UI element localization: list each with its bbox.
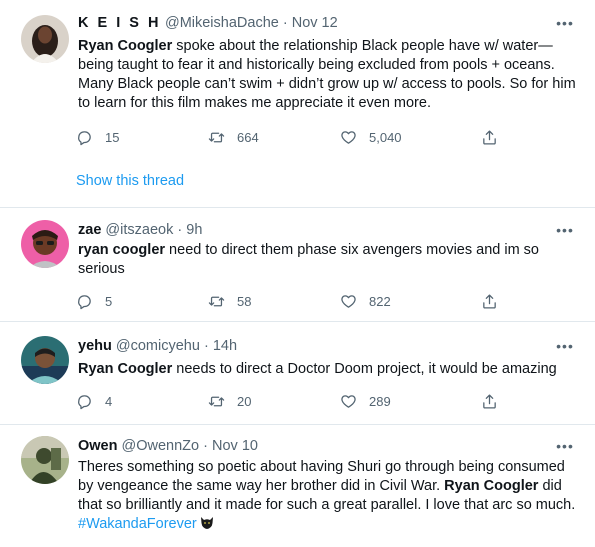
- action-bar: 5 58 822: [76, 291, 506, 311]
- like-button[interactable]: 5,040: [340, 127, 402, 147]
- reply-icon: [76, 293, 93, 310]
- tweet-text: Theres something so poetic about having …: [78, 459, 576, 532]
- heart-icon: [340, 129, 357, 146]
- like-count: 822: [369, 293, 391, 309]
- hashtag-link[interactable]: #WakandaForever: [78, 516, 197, 532]
- action-bar: 4 20 289: [76, 391, 506, 411]
- more-dots-icon[interactable]: •••: [555, 337, 575, 355]
- share-icon: [481, 293, 498, 310]
- retweet-count: 664: [237, 129, 259, 145]
- author-name[interactable]: Owen: [78, 438, 117, 454]
- tweet-1[interactable]: K E I S H @MikeishaDache · Nov 12 ••• Ry…: [0, 0, 595, 208]
- reply-count: 4: [105, 393, 113, 409]
- avatar-yehu[interactable]: [21, 336, 69, 384]
- share-button[interactable]: [481, 391, 498, 411]
- retweet-button[interactable]: 20: [208, 391, 251, 411]
- retweet-count: 20: [237, 393, 252, 409]
- reply-button[interactable]: 5: [76, 291, 112, 311]
- retweet-icon: [208, 393, 225, 410]
- more-dots-icon[interactable]: •••: [555, 221, 575, 239]
- author-name[interactable]: yehu: [78, 338, 112, 354]
- tweet-4[interactable]: Owen @OwennZo · Nov 10 ••• Theres someth…: [0, 425, 595, 547]
- tweet-timestamp[interactable]: 9h: [186, 222, 202, 238]
- tweet-text: Ryan Coogler spoke about the relationshi…: [78, 38, 576, 111]
- share-icon: [481, 393, 498, 410]
- tweet-text: ryan coogler need to direct them phase s…: [78, 242, 540, 277]
- retweet-button[interactable]: 58: [208, 291, 251, 311]
- reply-icon: [76, 129, 93, 146]
- share-button[interactable]: [481, 291, 498, 311]
- reply-icon: [76, 393, 93, 410]
- more-dots-icon[interactable]: •••: [555, 14, 575, 32]
- share-icon: [481, 129, 498, 146]
- retweet-button[interactable]: 664: [208, 127, 259, 147]
- retweet-icon: [208, 293, 225, 310]
- author-name[interactable]: zae: [78, 222, 101, 238]
- avatar-keish[interactable]: [21, 15, 69, 63]
- author-handle[interactable]: @MikeishaDache: [165, 15, 279, 31]
- like-button[interactable]: 289: [340, 391, 391, 411]
- tweet-3[interactable]: yehu @comicyehu · 14h ••• Ryan Coogler n…: [0, 322, 595, 425]
- heart-icon: [340, 293, 357, 310]
- author-handle[interactable]: @OwennZo: [122, 438, 200, 454]
- tweet-timestamp[interactable]: 14h: [213, 338, 237, 354]
- avatar-zae[interactable]: [21, 220, 69, 268]
- heart-icon: [340, 393, 357, 410]
- black-panther-emoji: [199, 515, 215, 530]
- retweet-icon: [208, 129, 225, 146]
- separator-dot: ·: [282, 15, 288, 31]
- author-handle[interactable]: @itszaeok: [105, 222, 173, 238]
- reply-count: 5: [105, 293, 113, 309]
- separator-dot: ·: [203, 438, 208, 454]
- reply-button[interactable]: 15: [76, 127, 119, 147]
- like-button[interactable]: 822: [340, 291, 391, 311]
- like-count: 5,040: [369, 129, 402, 145]
- tweet-text: Ryan Coogler needs to direct a Doctor Do…: [78, 361, 557, 377]
- retweet-count: 58: [237, 293, 252, 309]
- like-count: 289: [369, 393, 391, 409]
- reply-count: 15: [105, 129, 120, 145]
- reply-button[interactable]: 4: [76, 391, 112, 411]
- tweet-timestamp[interactable]: Nov 10: [212, 438, 258, 454]
- author-handle[interactable]: @comicyehu: [116, 338, 200, 354]
- author-name[interactable]: K E I S H: [78, 15, 161, 31]
- action-bar: 15 664 5,040: [76, 127, 506, 147]
- separator-dot: ·: [177, 222, 183, 238]
- tweet-2[interactable]: zae @itszaeok · 9h ••• ryan coogler need…: [0, 208, 595, 322]
- more-dots-icon[interactable]: •••: [555, 437, 575, 455]
- share-button[interactable]: [481, 127, 498, 147]
- separator-dot: ·: [203, 338, 209, 354]
- tweet-timestamp[interactable]: Nov 12: [292, 15, 338, 31]
- show-thread-link[interactable]: Show this thread: [76, 173, 184, 189]
- avatar-owen[interactable]: [21, 436, 69, 484]
